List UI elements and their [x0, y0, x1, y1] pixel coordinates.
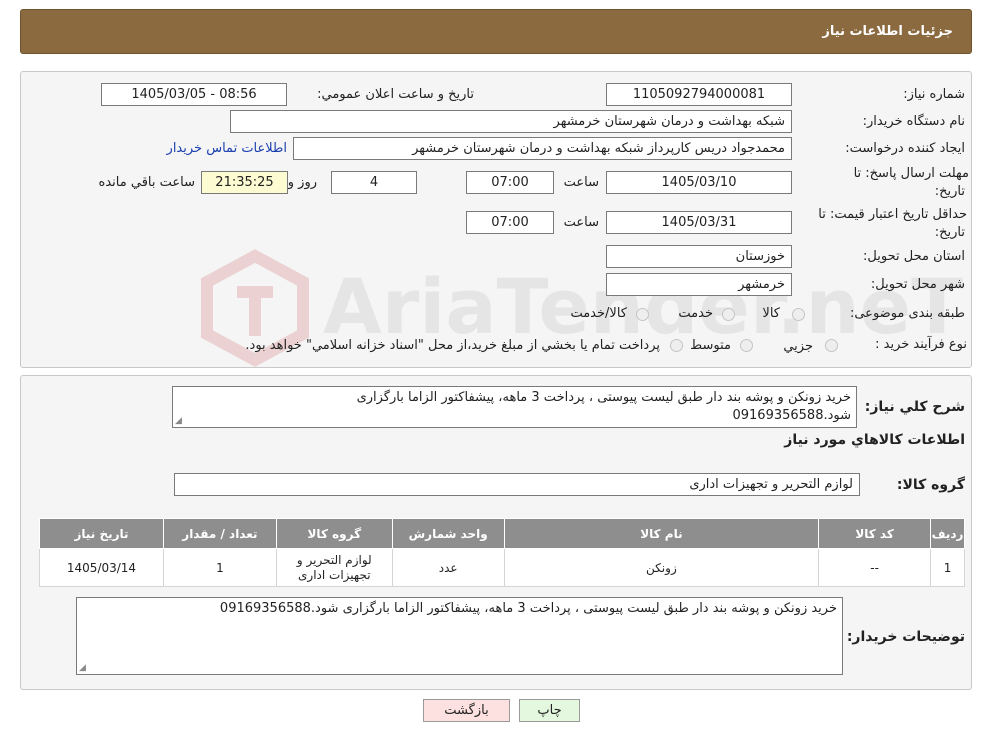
validity-time-label: ساعت: [563, 215, 599, 230]
goods-info-title: اطلاعات کالاهاي مورد نياز: [784, 432, 965, 448]
process-note: پرداخت تمام يا بخشي از مبلغ خريد،از محل …: [245, 338, 660, 353]
need-number-label: شماره نياز:: [903, 87, 965, 102]
validity-time-field: 07:00: [466, 211, 554, 234]
col-header-unit: واحد شمارش: [391, 518, 505, 549]
col-header-date: تاريخ نياز: [39, 518, 164, 549]
need-number-field: 1105092794000081: [606, 83, 792, 106]
creator-field: محمدجواد دريس کارپرداز شبکه بهداشت و درم…: [293, 137, 792, 160]
buyer-org-label: نام دستگاه خريدار:: [862, 114, 965, 129]
col-header-code: کد کالا: [818, 518, 932, 549]
deadline-time-field: 07:00: [466, 171, 554, 194]
goods-group-field: لوازم التحرير و تجهيزات اداری: [174, 473, 860, 496]
announce-label: تاريخ و ساعت اعلان عمومي:: [317, 87, 474, 102]
cell-unit: عدد: [391, 548, 505, 587]
desc-textarea[interactable]: خريد زونکن و پوشه بند دار طبق ليست پيوست…: [172, 386, 857, 428]
table-header-row: رديف کد کالا نام کالا واحد شمارش گروه کا…: [39, 518, 965, 549]
remaining-label: ساعت باقي مانده: [98, 175, 195, 190]
category-radio-goods[interactable]: [792, 308, 805, 321]
col-header-group: گروه کالا: [275, 518, 393, 549]
days-label: روز و: [287, 175, 317, 190]
desc-line-2: شود.09169356588: [732, 408, 851, 423]
page-title: جزئیات اطلاعات نیاز: [822, 24, 953, 39]
cell-code: --: [818, 548, 932, 587]
validity-label-2: تاريخ:: [934, 225, 965, 240]
process-label: نوع فرآيند خريد :: [875, 337, 967, 352]
cell-date: 1405/03/14: [39, 548, 164, 587]
category-option-goods: کالا: [762, 306, 780, 321]
city-field: خرمشهر: [606, 273, 792, 296]
desc-line-1: خريد زونکن و پوشه بند دار طبق ليست پيوست…: [356, 390, 851, 405]
cell-group: لوازم التحرير و تجهيزات اداری: [275, 548, 393, 587]
province-label: استان محل تحويل:: [863, 249, 965, 264]
process-option-small: جزيي: [783, 339, 813, 354]
back-button[interactable]: بازگشت: [423, 699, 510, 722]
buyer-contact-link[interactable]: اطلاعات تماس خريدار: [167, 141, 287, 156]
goods-group-label: گروه کالا:: [896, 477, 965, 493]
buyer-notes-label: توضيحات خريدار:: [846, 629, 965, 645]
category-radio-goods-service[interactable]: [636, 308, 649, 321]
category-option-service: خدمت: [678, 306, 713, 321]
print-button[interactable]: چاپ: [519, 699, 580, 722]
province-field: خوزستان: [606, 245, 792, 268]
table-row: 1 -- زونکن عدد لوازم التحرير و تجهيزات ا…: [39, 548, 965, 587]
cell-name: زونکن: [503, 548, 820, 587]
desc-label: شرح کلي نياز:: [864, 399, 965, 415]
deadline-time-label: ساعت: [563, 175, 599, 190]
process-option-medium: متوسط: [690, 338, 731, 353]
validity-label-1: حداقل تاريخ اعتبار قيمت: تا: [818, 207, 967, 222]
deadline-label-2: تاريخ:: [934, 184, 965, 199]
goods-table: رديف کد کالا نام کالا واحد شمارش گروه کا…: [39, 518, 965, 587]
col-header-name: نام کالا: [503, 518, 820, 549]
days-field: 4: [331, 171, 417, 194]
resize-grip-icon[interactable]: ◢: [175, 417, 182, 426]
validity-date-field: 1405/03/31: [606, 211, 792, 234]
creator-label: ايجاد کننده درخواست:: [845, 141, 965, 156]
category-radio-service[interactable]: [722, 308, 735, 321]
notes-resize-grip-icon[interactable]: ◢: [79, 664, 86, 673]
process-radio-medium[interactable]: [740, 339, 753, 352]
col-header-row-number: رديف: [930, 518, 965, 549]
city-label: شهر محل تحويل:: [870, 277, 965, 292]
page-header: جزئیات اطلاعات نیاز: [20, 9, 972, 54]
process-radio-treasury[interactable]: [670, 339, 683, 352]
category-option-goods-service: کالا/خدمت: [570, 306, 627, 321]
announce-field: 1405/03/05 - 08:56: [101, 83, 287, 106]
process-radio-small[interactable]: [825, 339, 838, 352]
buyer-org-field: شبکه بهداشت و درمان شهرستان خرمشهر: [230, 110, 792, 133]
category-label: طبقه بندی موضوعی:: [849, 306, 965, 321]
buyer-notes-textarea[interactable]: خريد زونکن و پوشه بند دار طبق ليست پيوست…: [76, 597, 843, 675]
remaining-time-field: 21:35:25: [201, 171, 288, 194]
deadline-label-1: مهلت ارسال پاسخ: تا: [853, 166, 969, 181]
deadline-date-field: 1405/03/10: [606, 171, 792, 194]
col-header-quantity: تعداد / مقدار: [162, 518, 277, 549]
buyer-notes-text: خريد زونکن و پوشه بند دار طبق ليست پيوست…: [219, 601, 837, 616]
cell-quantity: 1: [162, 548, 277, 587]
cell-row-number: 1: [930, 548, 965, 587]
